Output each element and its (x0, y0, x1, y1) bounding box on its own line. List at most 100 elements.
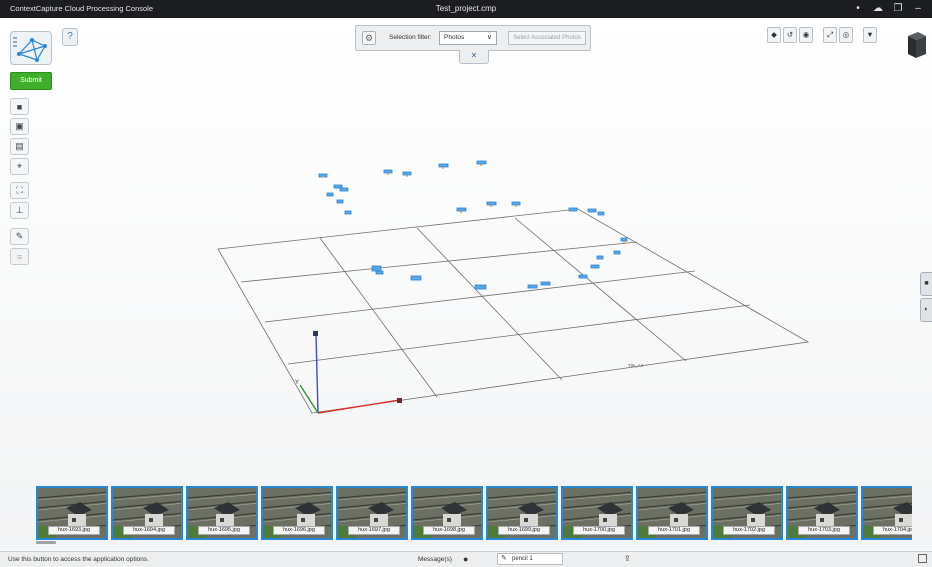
camera-marker (568, 207, 578, 212)
photo-filename: hux-1700.jpg (573, 526, 625, 535)
photo-thumbnail[interactable]: hux-1703.jpg (786, 486, 858, 540)
contextcapture-logo-icon (13, 37, 47, 62)
axis-tool[interactable]: ⊥ (10, 202, 29, 219)
photo-strip-scrollbar[interactable] (36, 541, 56, 544)
zoom-extent-button[interactable]: ⤢ (823, 27, 837, 43)
camera-marker (438, 163, 449, 168)
camera-marker (511, 201, 521, 206)
title-bar: ContextCapture Cloud Processing Console … (0, 0, 932, 18)
camera-marker (596, 255, 604, 260)
camera-marker (587, 208, 597, 213)
camera-marker (527, 284, 538, 289)
navigation-cube[interactable]: · (904, 30, 928, 60)
photo-thumbnail[interactable]: hux-1696.jpg (261, 486, 333, 540)
camera-marker (486, 201, 497, 206)
camera-dot (515, 205, 517, 207)
photo-remove-icon: ▤ (15, 141, 24, 151)
camera-marker (371, 265, 382, 272)
camera-marker (344, 210, 352, 215)
message-bubble-icon[interactable]: ● (463, 554, 468, 564)
photo-thumbnail[interactable]: hux-1693.jpg (36, 486, 108, 540)
photo-strip[interactable]: hux-1693.jpg hux-1694.jpg hux-1695.jpg hux-… (36, 486, 912, 540)
document-icon: ≡ (16, 251, 23, 262)
scene-canvas[interactable]: Tile_A4 Y (0, 18, 932, 488)
home-icon: ◆ (771, 30, 777, 39)
grid-line (240, 241, 638, 283)
svg-text:·: · (918, 47, 919, 51)
selection-filter-dropdown[interactable]: Photos ∨ (439, 31, 497, 45)
control-points-tool[interactable]: ⌖ (10, 158, 29, 175)
photo-thumbnail[interactable]: hux-1700.jpg (561, 486, 633, 540)
eye-icon: ◎ (842, 30, 850, 39)
photo-thumbnail[interactable]: hux-1701.jpg (636, 486, 708, 540)
cloud-icon[interactable]: ☁ (872, 2, 884, 16)
restore-icon[interactable]: ❐ (892, 2, 904, 16)
pencil-tool[interactable]: ✎ (10, 228, 29, 245)
photo-filename: hux-1699.jpg (498, 526, 550, 535)
clear-tool[interactable]: ≡ (10, 248, 29, 265)
axis-x-line (317, 399, 401, 414)
side-panel-tab-layers[interactable]: ■ (920, 272, 932, 296)
fit-view-tool[interactable]: ⛶ (10, 182, 29, 199)
grid-label: Tile_A4 (628, 363, 644, 368)
document-title: Test_project.cmp (435, 4, 497, 13)
messages-label[interactable]: Message(s) (418, 556, 452, 563)
camera-marker (375, 270, 384, 275)
grid-line (416, 227, 563, 381)
grid-outline (217, 208, 810, 414)
side-panel-tab-settings[interactable]: ◐ (920, 298, 932, 322)
fit-extent-icon: ⛶ (16, 185, 23, 195)
application-menu-button[interactable] (10, 31, 52, 65)
collapse-filter-button[interactable]: ✕ (459, 50, 489, 64)
home-view-button[interactable]: ◆ (767, 27, 781, 43)
photo-filename: hux-1703.jpg (798, 526, 850, 535)
camera-marker (620, 237, 628, 242)
photo-thumbnail[interactable]: hux-1698.jpg (411, 486, 483, 540)
photo-filename: hux-1694.jpg (123, 526, 175, 535)
visibility-button[interactable]: ◎ (839, 27, 853, 43)
zoom-extent-icon: ⤢ (827, 30, 833, 39)
selection-filter-value: Photos (444, 34, 465, 41)
camera-marker (456, 207, 467, 212)
axis-z-handle (313, 331, 318, 336)
camera-dot (322, 176, 324, 178)
rotate-icon: ↺ (786, 30, 794, 39)
lightbulb-icon[interactable]: • (852, 2, 864, 16)
upload-icon[interactable]: ⇪ (624, 554, 631, 563)
photo-filename: hux-1698.jpg (423, 526, 475, 535)
selection-filter-panel: ⚙ Selection filter: Photos ∨ Select Asso… (355, 25, 591, 51)
submit-button[interactable]: Submit (10, 72, 52, 90)
axis-y-label: Y (295, 380, 299, 386)
axis-z-line (315, 334, 319, 414)
photo-thumbnail[interactable]: hux-1695.jpg (186, 486, 258, 540)
filter-button[interactable]: ▼ (863, 27, 877, 43)
select-photos-tool[interactable]: ■ (10, 98, 29, 115)
filter-settings-button[interactable]: ⚙ (362, 31, 376, 45)
camera-marker (476, 160, 487, 165)
photo-thumbnail[interactable]: hux-1702.jpg (711, 486, 783, 540)
tile-name-field[interactable]: ✎ pencil 1 (497, 553, 563, 565)
add-photos-tool[interactable]: ▣ (10, 118, 29, 135)
camera-dot (406, 175, 408, 177)
axis-x-handle (397, 398, 402, 403)
panel-toggle-icon[interactable] (918, 554, 927, 563)
camera-marker (613, 250, 621, 255)
camera-marker-dots (322, 164, 625, 243)
photo-thumbnail[interactable]: hux-1694.jpg (111, 486, 183, 540)
chevron-down-icon: ∨ (486, 34, 492, 41)
photo-thumbnail[interactable]: hux-1697.jpg (336, 486, 408, 540)
help-button[interactable]: ? (62, 28, 78, 46)
rotate-view-button[interactable]: ↺ (783, 27, 797, 43)
photo-thumbnail[interactable]: hux-1704.jpg (861, 486, 912, 540)
pan-view-button[interactable]: ◉ (799, 27, 813, 43)
pencil-icon: ✎ (501, 555, 507, 562)
minimize-icon[interactable]: – (912, 2, 924, 16)
camera-marker (333, 184, 343, 189)
photo-select-icon: ■ (16, 101, 23, 112)
remove-photos-tool[interactable]: ▤ (10, 138, 29, 155)
camera-marker (383, 169, 393, 174)
target-icon: ⌖ (16, 161, 23, 171)
photo-filename: hux-1702.jpg (723, 526, 775, 535)
select-associated-photos-button[interactable]: Select Associated Photos (508, 31, 586, 45)
photo-thumbnail[interactable]: hux-1699.jpg (486, 486, 558, 540)
